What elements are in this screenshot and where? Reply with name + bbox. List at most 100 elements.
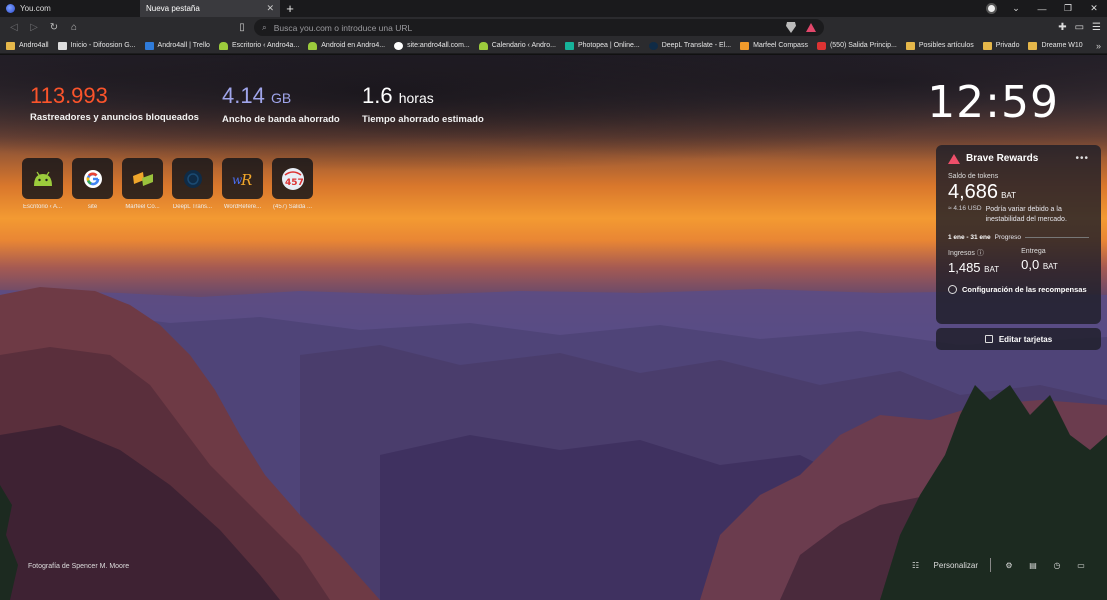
top-site-name: WordRefere... <box>223 204 262 210</box>
bookmark-item[interactable]: Andro4all | Trello <box>144 41 210 50</box>
bookmark-label: Marfeel Compass <box>753 42 808 49</box>
deepl-icon <box>172 158 213 199</box>
settings-icon[interactable]: ⚙ <box>1003 559 1015 571</box>
forward-icon[interactable]: ▷ <box>26 20 42 36</box>
address-bar[interactable]: ⌕ Busca you.com o introduce una URL <box>254 19 824 36</box>
wallet-icon[interactable]: ▭ <box>1075 22 1084 33</box>
extensions-icon[interactable]: ✚ <box>1058 22 1066 33</box>
time-unit: horas <box>398 90 434 106</box>
video-call-icon[interactable]: ▭ <box>1075 559 1087 571</box>
top-site-tile[interactable]: wR WordRefere... <box>222 158 263 210</box>
home-icon[interactable]: ⌂ <box>66 20 82 36</box>
restore-icon[interactable]: ❐ <box>1055 0 1081 17</box>
new-tab-button[interactable]: + <box>280 0 300 17</box>
yt-icon <box>816 41 826 50</box>
brave-rewards-card: Brave Rewards ••• Saldo de tokens 4,686 … <box>936 145 1101 324</box>
close-tab-icon[interactable]: ✕ <box>266 3 274 14</box>
bookmark-item[interactable]: Android en Andro4... <box>308 41 385 50</box>
android-icon <box>218 41 228 50</box>
tab-search-icon[interactable]: ⌄ <box>1003 0 1029 17</box>
info-icon[interactable]: ⓘ <box>977 250 984 257</box>
folder-icon <box>6 41 15 50</box>
reload-icon[interactable]: ↻ <box>46 20 62 36</box>
bookmark-label: Privado <box>995 42 1020 49</box>
marfeel-icon <box>740 41 750 50</box>
balance-note: Podría variar debido a la inestabilidad … <box>985 206 1067 223</box>
trackers-count: 113.993 <box>30 83 108 108</box>
bookmark-item[interactable]: Photopea | Online... <box>564 41 640 50</box>
bookmark-item[interactable]: Marfeel Compass <box>740 41 808 50</box>
tab-title: Nueva pestaña <box>146 4 200 13</box>
top-site-tile[interactable]: DeepL Trans... <box>172 158 213 210</box>
top-site-name: site <box>87 204 98 210</box>
bookmarks-icon[interactable]: ▤ <box>1027 559 1039 571</box>
trello-icon <box>144 41 154 50</box>
more-options-icon[interactable]: ••• <box>1075 153 1089 164</box>
bookmark-item[interactable]: Calendario ‹ Andro... <box>478 41 556 50</box>
bookmark-item[interactable]: Inicio - Difoosion G... <box>57 41 136 50</box>
brave-shields-icon[interactable] <box>786 22 796 33</box>
android-icon <box>22 158 63 199</box>
top-site-name: (457) Salida ... <box>272 204 313 210</box>
bookmark-label: Andro4all <box>19 42 49 49</box>
delivery-column: Entrega 0,0 BAT <box>1021 248 1058 275</box>
gear-icon <box>948 285 957 294</box>
brave-rewards-icon[interactable] <box>806 23 816 32</box>
wordreference-icon: wR <box>222 158 263 199</box>
photopea-icon <box>564 41 574 50</box>
search-icon: ⌕ <box>262 22 267 32</box>
rewards-title: Brave Rewards <box>966 153 1039 164</box>
google-icon <box>72 158 113 199</box>
bookmarks-bar: Andro4all Inicio - Difoosion G... Andro4al… <box>0 38 1107 54</box>
bookmark-item[interactable]: site:andro4all.com... <box>394 41 470 50</box>
rewards-settings-link[interactable]: Configuración de las recompensas <box>948 284 1089 295</box>
bookmark-label: site:andro4all.com... <box>407 42 470 49</box>
svg-text:R: R <box>240 171 252 188</box>
edit-cards-button[interactable]: Editar tarjetas <box>936 328 1101 350</box>
bookmark-item[interactable]: Dreame W10 <box>1028 41 1083 50</box>
bookmark-item[interactable]: Posibles artículos <box>905 41 974 50</box>
tab-title: You.com <box>20 4 51 13</box>
menu-icon[interactable]: ☰ <box>1092 22 1101 33</box>
omnibox-placeholder: Busca you.com o introduce una URL <box>273 22 413 33</box>
top-site-tile[interactable]: Escritorio ‹ A... <box>22 158 63 210</box>
bandwidth-label: Ancho de banda ahorrado <box>222 114 340 125</box>
customize-button[interactable]: Personalizar <box>934 561 978 570</box>
bookmark-item[interactable]: DeepL Translate - El... <box>648 41 732 50</box>
history-icon[interactable]: ◷ <box>1051 559 1063 571</box>
bookmark-label: (550) Salida Princip... <box>829 42 897 49</box>
bottom-toolbar: ☷ Personalizar ⚙ ▤ ◷ ▭ <box>910 558 1087 572</box>
bookmark-label: Inicio - Difoosion G... <box>70 42 136 49</box>
bookmark-label: Posibles artículos <box>918 42 974 49</box>
more-bookmarks-icon[interactable]: » <box>1096 41 1101 51</box>
time-label: Tiempo ahorrado estimado <box>362 114 484 125</box>
customize-icon[interactable]: ☷ <box>910 559 922 571</box>
android-icon <box>478 41 488 50</box>
delivery-value: 0,0 <box>1021 257 1040 272</box>
omnibox-actions <box>786 22 816 33</box>
close-window-icon[interactable]: ✕ <box>1081 0 1107 17</box>
folder-icon <box>982 41 992 50</box>
balance-value: 4,686 <box>948 181 999 203</box>
new-tab-page: 113.993 Rastreadores y anuncios bloquead… <box>0 55 1107 600</box>
top-site-tile[interactable]: site <box>72 158 113 210</box>
bookmark-item[interactable]: (550) Salida Princip... <box>816 41 897 50</box>
minimize-icon[interactable]: — <box>1029 0 1055 17</box>
edit-cards-label: Editar tarjetas <box>998 334 1053 344</box>
clock: 12:59 <box>927 77 1059 128</box>
tab-new-tab[interactable]: Nueva pestaña ✕ <box>140 0 280 17</box>
back-icon[interactable]: ◁ <box>6 20 22 36</box>
bookmark-icon[interactable]: ▯ <box>234 20 250 36</box>
profile-icon[interactable] <box>986 3 997 14</box>
bookmark-item[interactable]: Escritorio ‹ Andro4a... <box>218 41 299 50</box>
bookmark-item[interactable]: Privado <box>982 41 1020 50</box>
doc-icon <box>57 41 67 50</box>
top-site-name: Escritorio ‹ A... <box>22 204 62 210</box>
rewards-settings-label: Configuración de las recompensas <box>962 285 1087 294</box>
tab-youcom[interactable]: You.com <box>0 0 140 17</box>
bookmark-label: DeepL Translate - El... <box>661 42 732 49</box>
top-site-tile[interactable]: 457 (457) Salida ... <box>272 158 313 210</box>
bookmark-item[interactable]: Andro4all <box>6 41 49 50</box>
top-site-tile[interactable]: Marfeel Co... <box>122 158 163 210</box>
top-site-name: Marfeel Co... <box>125 204 160 210</box>
